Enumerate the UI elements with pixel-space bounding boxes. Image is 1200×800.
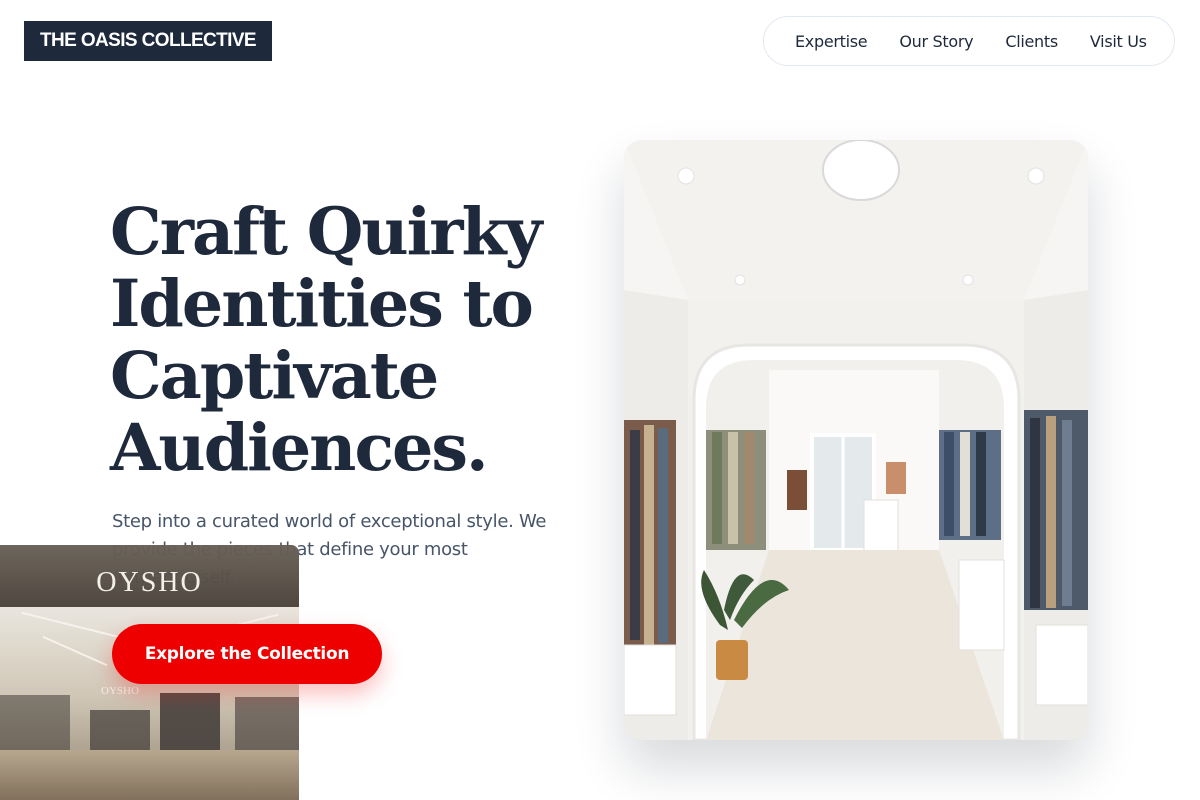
hero-title-line: Identities to: [110, 266, 534, 342]
hero-title-line: Craft Quirky: [110, 194, 542, 270]
nav-link-expertise[interactable]: Expertise: [795, 32, 868, 51]
clothing-rack: [0, 695, 70, 755]
ceiling-light: [21, 611, 129, 641]
main-nav: Expertise Our Story Clients Visit Us: [763, 16, 1175, 66]
store-sign: OYSHO: [96, 567, 203, 598]
nav-link-our-story[interactable]: Our Story: [899, 32, 973, 51]
hero-title: Craft Quirky Identities to Captivate Aud…: [110, 196, 580, 484]
ceiling-light: [42, 635, 108, 667]
boutique-interior-photo: [624, 140, 1088, 740]
store-sign-small: OYSHO: [101, 685, 139, 697]
boutique-interior-illustration: [624, 140, 1088, 740]
hero-title-line: Captivate: [110, 338, 439, 414]
clothing-rack: [235, 697, 299, 755]
nav-link-clients[interactable]: Clients: [1005, 32, 1058, 51]
hero-title-line: Audiences.: [110, 410, 489, 486]
explore-collection-button[interactable]: Explore the Collection: [112, 624, 382, 684]
logo[interactable]: THE OASIS COLLECTIVE: [24, 21, 272, 61]
clothing-rack: [160, 693, 220, 755]
nav-link-visit-us[interactable]: Visit Us: [1090, 32, 1147, 51]
store-floor: [0, 750, 299, 800]
